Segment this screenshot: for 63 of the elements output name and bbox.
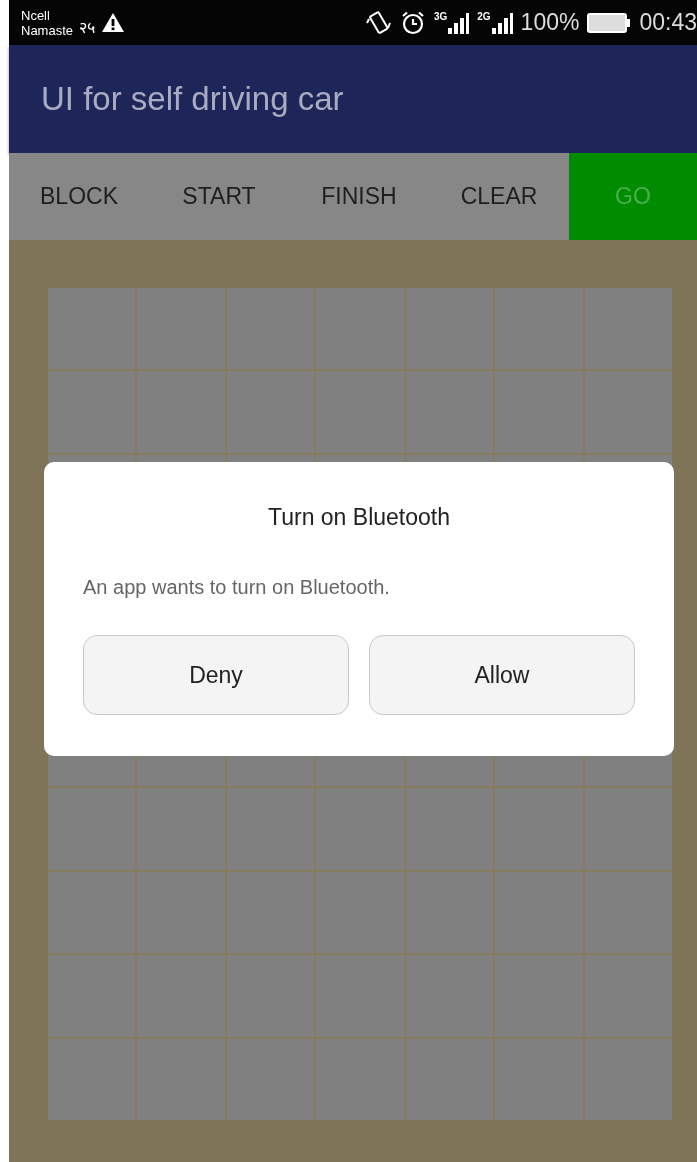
warning-icon: [101, 12, 126, 33]
grid-cell[interactable]: [48, 871, 136, 954]
signal-icon: [447, 11, 470, 34]
grid-cell[interactable]: [316, 371, 404, 453]
grid-cell[interactable]: [226, 788, 315, 870]
grid-cell[interactable]: [48, 955, 136, 1037]
allow-button[interactable]: Allow: [369, 635, 635, 715]
grid-cell[interactable]: [48, 1038, 136, 1120]
grid-cell[interactable]: [316, 955, 404, 1037]
grid-cell[interactable]: [584, 371, 672, 453]
grid-cell[interactable]: [226, 1038, 315, 1120]
grid-cell[interactable]: [226, 371, 315, 453]
grid-cell[interactable]: [405, 371, 494, 453]
grid-cell[interactable]: [137, 788, 225, 870]
grid-cell[interactable]: [137, 288, 225, 370]
clock-time: 00:43: [639, 9, 697, 36]
grid-cell[interactable]: [584, 788, 672, 870]
app-title: UI for self driving car: [41, 80, 344, 118]
grid-cell[interactable]: [405, 788, 494, 870]
toolbar-button[interactable]: BLOCK: [9, 153, 149, 240]
carrier-name: Ncell: [21, 7, 51, 23]
grid-cell[interactable]: [584, 871, 672, 954]
deny-button[interactable]: Deny: [83, 635, 349, 715]
toolbar-button[interactable]: START: [149, 153, 289, 240]
carrier-name: Namaste: [21, 22, 74, 38]
dialog-message: An app wants to turn on Bluetooth.: [83, 576, 391, 599]
grid-cell[interactable]: [495, 871, 583, 954]
grid-cell[interactable]: [48, 788, 136, 870]
grid-cell[interactable]: [495, 955, 583, 1037]
signal-icon: [490, 11, 513, 34]
battery-icon: [587, 11, 632, 34]
vibrate-icon: [365, 9, 392, 36]
grid-cell[interactable]: [137, 955, 225, 1037]
battery-percentage: 100%: [520, 9, 580, 36]
toolbar-button[interactable]: CLEAR: [429, 153, 569, 240]
network-type-label: 3G: [433, 11, 448, 22]
grid-cell[interactable]: [137, 871, 225, 954]
grid-cell[interactable]: [48, 288, 136, 370]
notification-text: २५: [79, 17, 96, 38]
grid-cell[interactable]: [495, 1038, 583, 1120]
grid-cell[interactable]: [137, 1038, 225, 1120]
grid-cell[interactable]: [48, 371, 136, 453]
grid-cell[interactable]: [584, 288, 672, 370]
network-type-label: 2G: [477, 11, 491, 22]
grid-cell[interactable]: [405, 955, 494, 1037]
grid-cell[interactable]: [495, 371, 583, 453]
grid-cell[interactable]: [137, 371, 225, 453]
grid-cell[interactable]: [495, 288, 583, 370]
grid-cell[interactable]: [226, 871, 315, 954]
grid-cell[interactable]: [316, 1038, 404, 1120]
grid-cell[interactable]: [495, 788, 583, 870]
grid-cell[interactable]: [316, 871, 404, 954]
grid-cell[interactable]: [226, 955, 315, 1037]
grid-cell[interactable]: [405, 1038, 494, 1120]
grid-cell[interactable]: [405, 871, 494, 954]
grid-cell[interactable]: [405, 288, 494, 370]
grid-cell[interactable]: [316, 788, 404, 870]
grid-cell[interactable]: [584, 955, 672, 1037]
grid-cell[interactable]: [584, 1038, 672, 1120]
grid-cell[interactable]: [316, 288, 404, 370]
grid-cell[interactable]: [226, 288, 315, 370]
dialog-title: Turn on Bluetooth: [267, 504, 451, 531]
toolbar-button[interactable]: FINISH: [289, 153, 429, 240]
